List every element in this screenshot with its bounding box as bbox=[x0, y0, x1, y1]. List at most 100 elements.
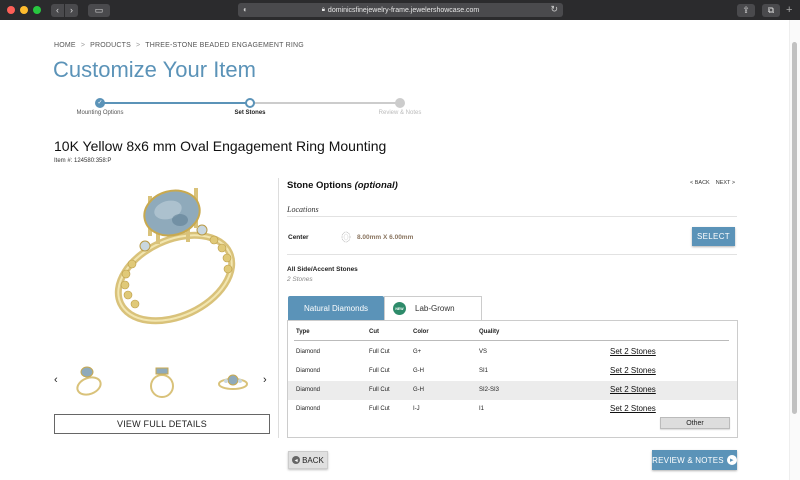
set-stones-link[interactable]: Set 2 Stones bbox=[610, 366, 656, 375]
step-current-marker bbox=[245, 98, 255, 108]
next-link[interactable]: NEXT > bbox=[716, 180, 735, 186]
tab-natural-diamonds[interactable]: Natural Diamonds bbox=[288, 296, 384, 320]
step-upcoming-marker bbox=[395, 98, 405, 108]
set-stones-link[interactable]: Set 2 Stones bbox=[610, 385, 656, 394]
header-divider bbox=[294, 340, 729, 341]
breadcrumb-current: THREE-STONE BEADED ENGAGEMENT RING bbox=[145, 42, 304, 49]
column-divider bbox=[278, 178, 279, 438]
optional-note: (optional) bbox=[354, 180, 398, 191]
cell-cut: Full Cut bbox=[369, 387, 390, 393]
header-quality: Quality bbox=[479, 329, 500, 335]
cell-cut: Full Cut bbox=[369, 368, 390, 374]
locations-label: Locations bbox=[287, 205, 319, 214]
cell-type: Diamond bbox=[296, 387, 321, 393]
breadcrumb: HOME > PRODUCTS > THREE-STONE BEADED ENG… bbox=[54, 42, 304, 49]
step-complete-marker[interactable]: ✓ bbox=[95, 98, 105, 108]
step-label-set-stones: Set Stones bbox=[234, 110, 266, 116]
cell-cut: Full Cut bbox=[369, 406, 390, 412]
review-notes-button[interactable]: REVIEW & NOTES ▸ bbox=[652, 450, 737, 470]
browser-forward-button[interactable]: › bbox=[65, 3, 78, 17]
minimize-window-button[interactable] bbox=[20, 6, 28, 14]
stone-options-heading: Stone Options (optional) bbox=[287, 180, 398, 191]
chevron-right-icon[interactable]: › bbox=[263, 374, 267, 386]
progress-line-pending bbox=[250, 102, 400, 104]
browser-toolbar: ‹ › ▭ ◐ 🔒︎ dominicsfinejewelry-frame.jew… bbox=[0, 0, 800, 20]
arrow-left-icon: ◂ bbox=[292, 456, 301, 464]
cell-quality: SI2-SI3 bbox=[479, 387, 500, 393]
chevron-left-icon: ‹ bbox=[56, 5, 59, 15]
chevron-left-icon[interactable]: ‹ bbox=[54, 374, 58, 386]
maximize-window-button[interactable] bbox=[33, 6, 41, 14]
divider bbox=[287, 216, 737, 217]
cell-quality: SI1 bbox=[479, 368, 489, 374]
back-link[interactable]: < BACK bbox=[690, 180, 710, 186]
new-badge: NEW bbox=[393, 302, 406, 315]
set-stones-link[interactable]: Set 2 Stones bbox=[610, 347, 656, 356]
close-window-button[interactable] bbox=[7, 6, 15, 14]
cell-quality: I1 bbox=[479, 406, 485, 412]
reload-icon[interactable]: ↻ bbox=[550, 4, 558, 15]
scrollbar-thumb[interactable] bbox=[792, 42, 797, 414]
browser-back-button[interactable]: ‹ bbox=[51, 3, 64, 17]
address-bar[interactable]: ◐ 🔒︎ dominicsfinejewelry-frame.jewelersh… bbox=[238, 3, 563, 17]
center-stone-label: Center bbox=[288, 234, 309, 241]
other-stone-button[interactable]: Other bbox=[660, 417, 730, 429]
table-row: Diamond Full Cut G-H SI1 Set 2 Stones bbox=[288, 362, 737, 381]
cell-quality: VS bbox=[479, 349, 488, 355]
divider bbox=[287, 254, 737, 255]
table-row: Diamond Full Cut G+ VS Set 2 Stones bbox=[288, 343, 737, 362]
product-main-image[interactable] bbox=[90, 178, 255, 343]
plus-icon: + bbox=[786, 4, 793, 16]
cell-type: Diamond bbox=[296, 406, 321, 412]
item-number: Item #: 124580:358:P bbox=[54, 158, 112, 164]
breadcrumb-home[interactable]: HOME bbox=[54, 42, 76, 49]
cell-type: Diamond bbox=[296, 368, 321, 374]
set-stones-link[interactable]: Set 2 Stones bbox=[610, 404, 656, 413]
tabs-icon: ⧉ bbox=[767, 5, 775, 15]
cell-color: I-J bbox=[413, 406, 420, 412]
sidebar-toggle-button[interactable]: ▭ bbox=[88, 3, 110, 17]
tab-lab-grown[interactable]: NEW Lab-Grown bbox=[384, 296, 482, 320]
progress-line-complete bbox=[100, 102, 250, 104]
cell-color: G-H bbox=[413, 368, 424, 374]
step-label-review: Review & Notes bbox=[378, 110, 422, 116]
header-cut: Cut bbox=[369, 329, 379, 335]
step-label-mounting[interactable]: Mounting Options bbox=[60, 110, 140, 116]
oval-gem-icon bbox=[341, 231, 351, 243]
stone-options-title: Stone Options bbox=[287, 180, 352, 191]
cell-type: Diamond bbox=[296, 349, 321, 355]
share-icon: ⇪ bbox=[742, 5, 750, 15]
thumbnail-2[interactable] bbox=[145, 362, 179, 400]
progress-stepper: ✓ bbox=[80, 98, 405, 108]
tab-overview-button[interactable]: ⧉ bbox=[762, 4, 780, 17]
side-stones-count: 2 Stones bbox=[287, 276, 313, 283]
arrow-right-icon: ▸ bbox=[726, 455, 737, 465]
product-title: 10K Yellow 8x6 mm Oval Engagement Ring M… bbox=[54, 138, 387, 154]
table-header: Type Cut Color Quality bbox=[296, 329, 728, 339]
history-nav: ‹ › bbox=[51, 3, 78, 17]
check-icon: ✓ bbox=[97, 100, 103, 106]
reader-icon[interactable]: ◐ bbox=[243, 5, 248, 14]
review-button-label: REVIEW & NOTES bbox=[652, 455, 724, 465]
header-type: Type bbox=[296, 329, 310, 335]
tab-lab-grown-label: Lab-Grown bbox=[415, 304, 455, 313]
select-center-stone-button[interactable]: SELECT bbox=[692, 227, 735, 246]
cell-color: G+ bbox=[413, 349, 422, 355]
thumbnail-1[interactable] bbox=[72, 362, 106, 400]
back-button-label: BACK bbox=[302, 455, 324, 465]
side-stones-label: All Side/Accent Stones bbox=[287, 266, 358, 273]
new-tab-button[interactable]: + bbox=[786, 4, 792, 16]
cell-color: G-H bbox=[413, 387, 424, 393]
stone-table: Type Cut Color Quality Diamond Full Cut … bbox=[287, 320, 738, 438]
back-button[interactable]: ◂ BACK bbox=[288, 451, 328, 469]
header-color: Color bbox=[413, 329, 429, 335]
thumbnail-3[interactable] bbox=[216, 362, 250, 400]
lock-icon: 🔒︎ bbox=[321, 6, 325, 13]
thumbnail-strip: ‹ › bbox=[54, 362, 270, 402]
chevron-right-icon: > bbox=[136, 42, 141, 49]
share-button[interactable]: ⇪ bbox=[737, 4, 755, 17]
chevron-right-icon: › bbox=[70, 5, 73, 15]
table-row: Diamond Full Cut G-H SI2-SI3 Set 2 Stone… bbox=[288, 381, 737, 400]
breadcrumb-products[interactable]: PRODUCTS bbox=[90, 42, 131, 49]
view-full-details-button[interactable]: VIEW FULL DETAILS bbox=[54, 414, 270, 434]
